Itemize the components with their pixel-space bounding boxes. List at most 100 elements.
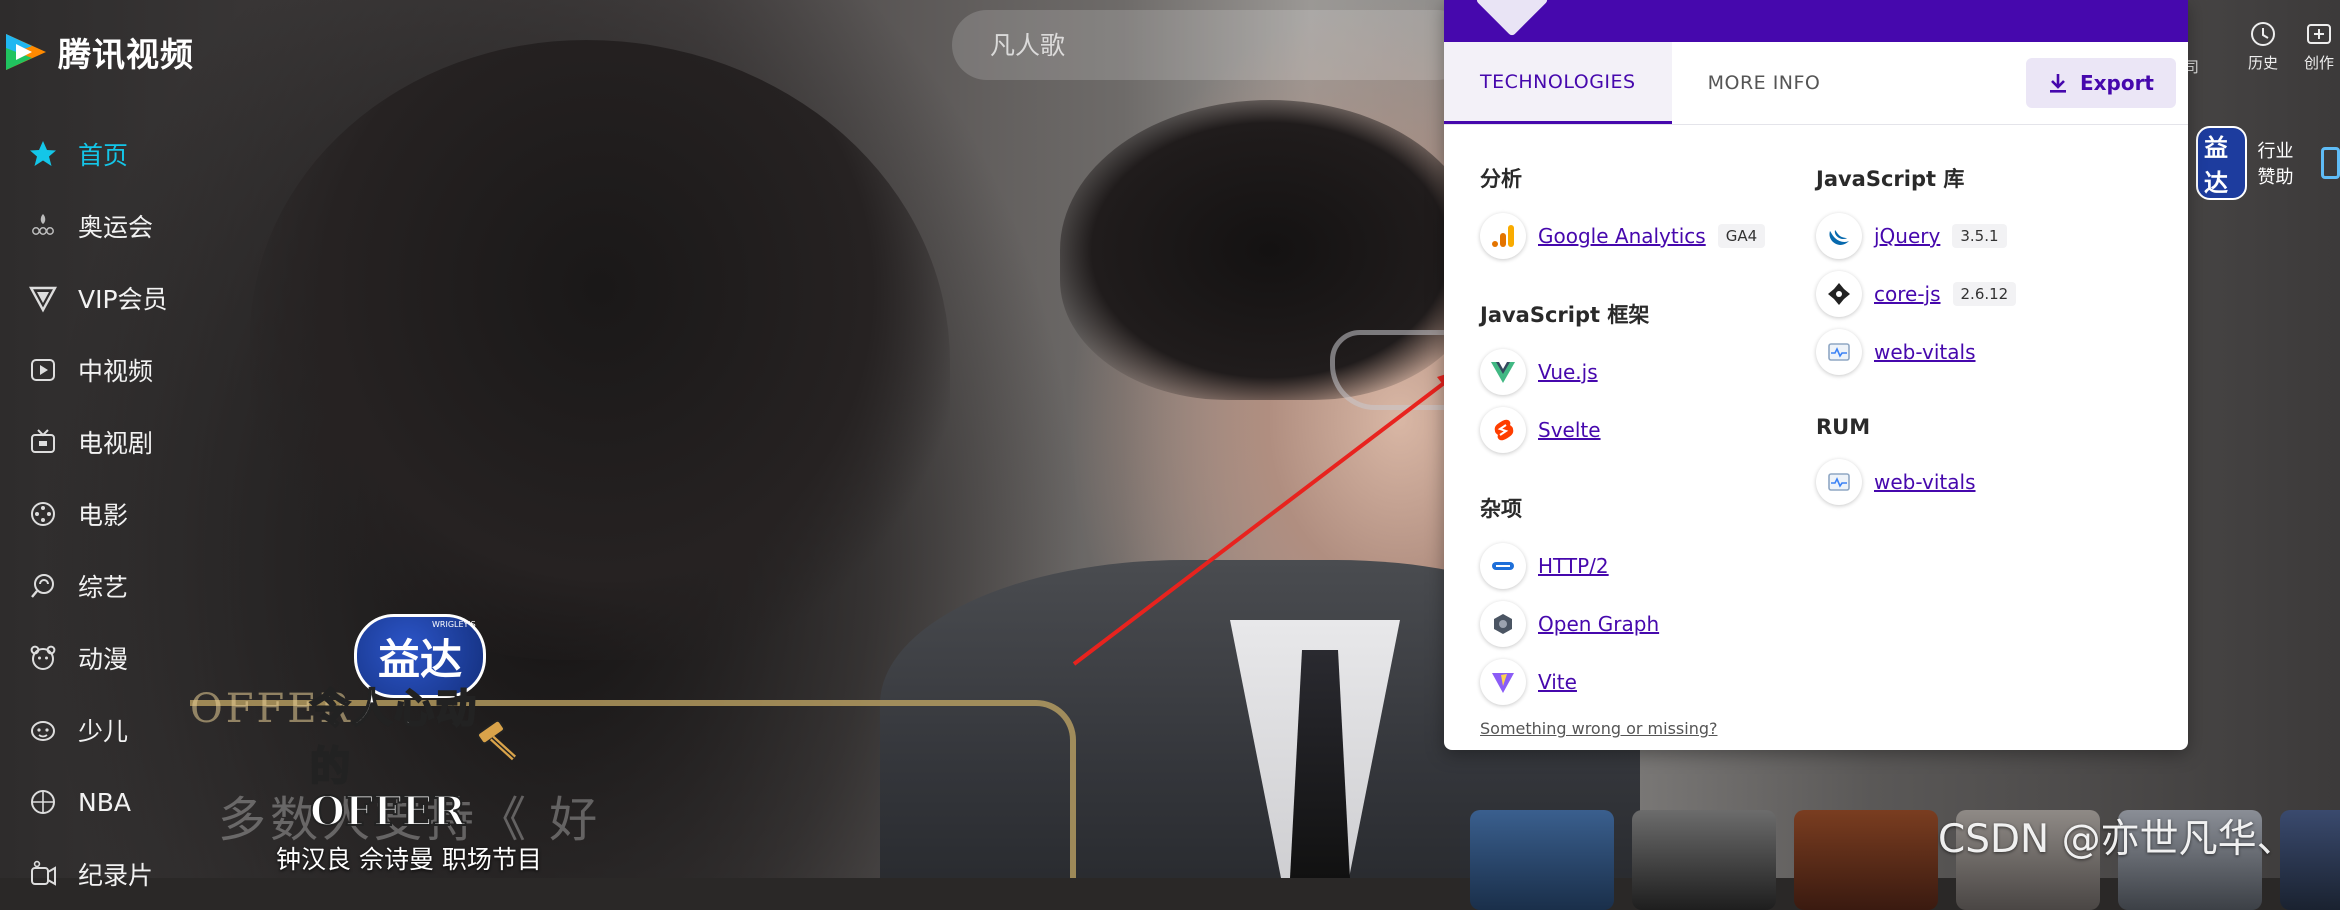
thumbnail[interactable] [1794,810,1938,910]
tech-item: Svelte [1480,401,1816,459]
sidebar-item-anime[interactable]: 动漫 [0,622,230,694]
web-vitals-icon [1816,459,1862,505]
anime-icon [30,645,56,670]
tech-item: Open Graph [1480,595,1816,653]
tab-more-info[interactable]: MORE INFO [1672,42,1857,124]
sidebar-item-label: 首页 [78,141,129,170]
star-icon [30,141,56,166]
popup-tabs: TECHNOLOGIES MORE INFO Export [1444,42,2188,125]
tech-item: jQuery 3.5.1 [1816,207,2152,265]
vite-icon [1480,659,1526,705]
search-input[interactable] [988,29,1472,61]
tech-item: HTTP/2 [1480,537,1816,595]
history-icon [2250,22,2275,46]
web-vitals-icon [1816,329,1862,375]
tab-technologies[interactable]: TECHNOLOGIES [1444,42,1672,124]
wappalyzer-popup: TECHNOLOGIES MORE INFO Export 分析 Google … [1444,0,2188,750]
sidebar-item-label: 少儿 [78,717,129,746]
download-icon [2049,74,2066,93]
tech-item: core-js 2.6.12 [1816,265,2152,323]
tech-link-corejs[interactable]: core-js [1874,282,1941,306]
nba-icon [31,790,55,814]
olympics-icon [32,214,54,235]
tencent-video-logo[interactable]: 腾讯视频 [2,28,194,76]
cast-line: 钟汉良 佘诗曼 职场节目 [276,845,542,874]
hero-figure-left [250,40,950,660]
thumbnail[interactable] [1632,810,1776,910]
sponsor-peek-logo: 益达 [2196,126,2248,200]
sponsor-peek-label: 行业赞助 [2257,141,2294,188]
sidebar-item-film[interactable]: 电影 [0,478,230,550]
csdn-watermark: CSDN @亦世凡华、 [1938,817,2296,862]
tech-link-open-graph[interactable]: Open Graph [1538,612,1659,636]
mid-video-icon [31,359,55,381]
sidebar-item-label: NBA [78,787,131,817]
http2-icon [1480,543,1526,589]
tech-column-left: 分析 Google Analytics GA4 JavaScript 框架 Vu… [1480,151,1816,711]
sidebar-item-documentary[interactable]: 纪录片 [0,838,230,910]
category-js-libraries: JavaScript 库 [1816,167,1965,191]
sidebar-item-olympics[interactable]: 奥运会 [0,190,230,262]
top-actions: 历史 创作 [2248,20,2334,73]
sidebar-item-label: 电影 [78,501,129,530]
tech-link-vite[interactable]: Vite [1538,670,1577,694]
documentary-icon [31,860,56,886]
sidebar-item-label: 纪录片 [78,861,154,890]
sponsor-peek-icon [2320,147,2340,179]
tech-item: Google Analytics GA4 [1480,207,1816,265]
history-button[interactable]: 历史 [2248,20,2278,73]
tech-link-web-vitals-rum[interactable]: web-vitals [1874,470,1976,494]
sidebar-item-label: 综艺 [78,573,129,602]
open-graph-icon [1480,601,1526,647]
search-box[interactable] [952,10,1472,80]
tech-link-vuejs[interactable]: Vue.js [1538,360,1598,384]
gavel-icon [477,720,517,761]
sidebar-item-nba[interactable]: NBA [0,766,230,838]
tech-link-http2[interactable]: HTTP/2 [1538,554,1609,578]
wappalyzer-logo-icon [1475,0,1549,37]
tech-link-google-analytics[interactable]: Google Analytics [1538,224,1706,248]
svelte-icon [1480,407,1526,453]
tech-columns: 分析 Google Analytics GA4 JavaScript 框架 Vu… [1444,125,2188,711]
category-js-frameworks: JavaScript 框架 [1480,303,1650,327]
tech-item: Vue.js [1480,343,1816,401]
sidebar-item-label: 电视剧 [78,429,154,458]
kids-icon [31,721,55,741]
tech-link-web-vitals[interactable]: web-vitals [1874,340,1976,364]
sidebar-nav: 首页 奥运会 VIP会员 中视频 电视剧 电影 综艺 动漫 少儿 NBA 纪录片 [0,118,230,910]
sidebar-item-vip[interactable]: VIP会员 [0,262,230,334]
film-icon [31,502,55,526]
tech-link-jquery[interactable]: jQuery [1874,224,1940,248]
play-logo-icon [2,32,48,72]
vuejs-icon [1480,349,1526,395]
sidebar-item-label: 动漫 [78,645,129,674]
vip-icon [28,286,58,313]
tech-version: 3.5.1 [1952,224,2007,248]
sponsor-strip: 益达 行业赞助 [2196,126,2340,200]
tech-version: 2.6.12 [1952,282,2017,306]
show-title-en: OFFER [309,787,466,836]
thumbnail[interactable] [1470,810,1614,910]
variety-icon [31,574,54,598]
corejs-icon [1816,271,1862,317]
create-button[interactable]: 创作 [2304,20,2334,73]
category-analytics: 分析 [1480,167,1522,191]
category-rum: RUM [1816,415,1871,439]
tech-column-right: JavaScript 库 jQuery 3.5.1 core-js 2.6.12 [1816,151,2152,711]
sidebar-item-mid-video[interactable]: 中视频 [0,334,230,406]
tech-item: web-vitals [1816,323,2152,381]
create-icon [2306,24,2331,44]
category-misc: 杂项 [1480,497,1522,521]
report-issue-link[interactable]: Something wrong or missing? [1480,719,1718,738]
tech-item: web-vitals [1816,453,2152,511]
sidebar-item-label: 奥运会 [78,213,154,242]
sidebar-item-home[interactable]: 首页 [0,118,230,190]
export-button[interactable]: Export [2025,58,2176,108]
tech-version: GA4 [1717,224,1766,248]
tech-link-svelte[interactable]: Svelte [1538,418,1601,442]
jquery-icon [1816,213,1862,259]
sidebar-item-tv[interactable]: 电视剧 [0,406,230,478]
sidebar-item-variety[interactable]: 综艺 [0,550,230,622]
popup-header [1444,0,2188,42]
google-analytics-icon [1480,213,1526,259]
